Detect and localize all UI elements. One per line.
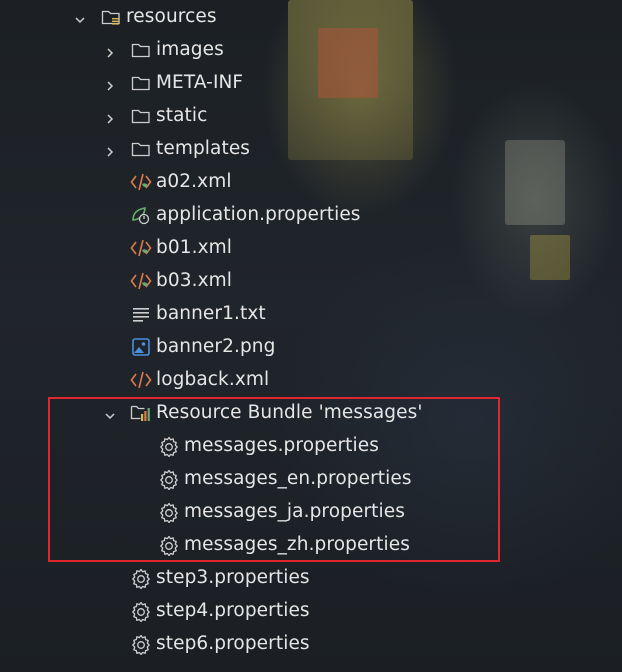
folder-icon [130,105,152,127]
tree-node-label: static [156,105,208,126]
resource-bundle-icon [130,402,152,424]
tree-node-label: b03.xml [156,270,232,291]
tree-node-label: b01.xml [156,237,232,258]
tree-node-label: Resource Bundle 'messages' [156,402,423,423]
tree-node-application-properties[interactable]: application.properties [130,198,361,231]
folder-icon [130,72,152,94]
tree-node-label: step6.properties [156,633,310,654]
tree-node-messages-properties[interactable]: messages.properties [158,429,379,462]
background-sign [505,140,565,225]
tree-node-label: a02.xml [156,171,232,192]
text-file-icon [130,303,152,325]
tree-node-label: step3.properties [156,567,310,588]
tree-node-resource-bundle[interactable]: Resource Bundle 'messages' [104,396,423,429]
image-file-icon [130,336,152,358]
folder-icon [130,138,152,160]
tree-node-images[interactable]: images [104,33,224,66]
tree-node-templates[interactable]: templates [104,132,250,165]
gear-icon [158,435,180,457]
tree-node-a02-xml[interactable]: a02.xml [130,165,232,198]
tree-node-messages-en-properties[interactable]: messages_en.properties [158,462,412,495]
chevron-down-icon[interactable] [74,11,86,23]
tree-node-banner2-png[interactable]: banner2.png [130,330,275,363]
tree-node-label: banner1.txt [156,303,266,324]
tree-node-resources[interactable]: resources [74,0,217,33]
chevron-right-icon[interactable] [104,77,116,91]
tree-node-label: messages_en.properties [184,468,412,489]
tree-node-label: messages_ja.properties [184,501,405,522]
tree-node-label: banner2.png [156,336,276,357]
chevron-down-icon[interactable] [104,407,116,419]
xml-file-icon [130,237,152,259]
gear-icon [158,468,180,490]
tree-node-banner1-txt[interactable]: banner1.txt [130,297,266,330]
gear-icon [158,501,180,523]
tree-node-static[interactable]: static [104,99,207,132]
tree-node-label: resources [126,6,217,27]
xml-file-icon [130,171,152,193]
tree-node-label: logback.xml [156,369,270,390]
tree-node-step4-properties[interactable]: step4.properties [130,594,310,627]
tree-node-label: templates [156,138,251,159]
tree-node-label: step4.properties [156,600,310,621]
gear-icon [158,534,180,556]
tree-node-meta-inf[interactable]: META-INF [104,66,243,99]
tree-node-label: images [156,39,224,60]
xml-file-icon [130,369,152,391]
gear-icon [130,567,152,589]
tree-node-label: messages.properties [184,435,379,456]
tree-node-logback-xml[interactable]: logback.xml [130,363,269,396]
tree-node-step6-properties[interactable]: step6.properties [130,627,310,660]
tree-node-b03-xml[interactable]: b03.xml [130,264,232,297]
tree-node-messages-zh-properties[interactable]: messages_zh.properties [158,528,410,561]
tree-node-label: messages_zh.properties [184,534,410,555]
tree-node-b01-xml[interactable]: b01.xml [130,231,232,264]
gear-icon [130,600,152,622]
tree-node-messages-ja-properties[interactable]: messages_ja.properties [158,495,405,528]
gear-icon [130,633,152,655]
chevron-right-icon[interactable] [104,44,116,58]
background-sign [288,0,413,160]
xml-file-icon [130,270,152,292]
tree-node-label: application.properties [156,204,361,225]
spring-properties-icon [130,204,152,226]
tree-node-label: META-INF [156,72,244,93]
folder-icon [130,39,152,61]
chevron-right-icon[interactable] [104,110,116,124]
tree-node-step3-properties[interactable]: step3.properties [130,561,310,594]
chevron-right-icon[interactable] [104,143,116,157]
background-sign [530,235,570,280]
resources-folder-icon [100,6,122,28]
